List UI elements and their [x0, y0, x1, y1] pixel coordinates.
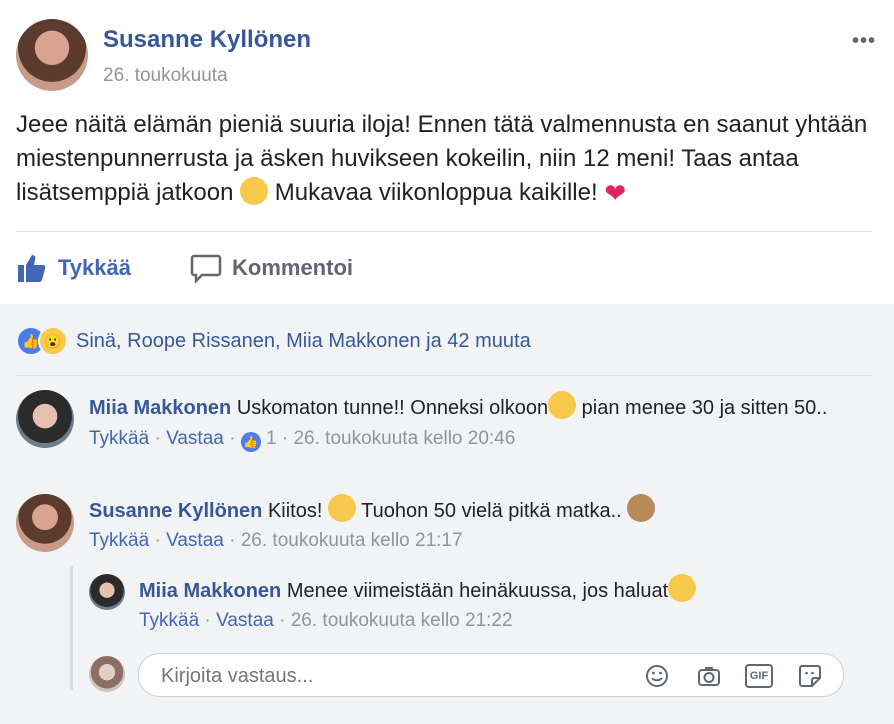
reply-box[interactable]: GIF	[138, 653, 844, 697]
post-text-part2: Mukavaa viikonloppua kaikille!	[268, 179, 605, 206]
reply-input[interactable]	[159, 662, 623, 690]
like-button[interactable]: Tykkää	[16, 252, 131, 284]
comment-timestamp[interactable]: 26. toukokuuta kello 20:46	[293, 428, 515, 449]
author-avatar[interactable]	[16, 19, 88, 91]
post-card: Susanne Kyllönen 26. toukokuuta ••• Jeee…	[0, 0, 894, 724]
comment-meta: Tykkää · Vastaa · 👍 1 · 26. toukokuuta k…	[89, 428, 849, 452]
reply-comment: Miia Makkonen Menee viimeistään heinäkuu…	[139, 574, 859, 632]
comment-reply-link[interactable]: Vastaa	[166, 428, 224, 449]
like-count[interactable]: 1	[266, 428, 277, 449]
comment: Miia Makkonen Uskomaton tunne!! Onneksi …	[89, 391, 849, 452]
comment-body: Miia Makkonen Menee viimeistään heinäkuu…	[139, 574, 859, 606]
wow-reaction-icon: 😮	[38, 326, 68, 356]
post-date[interactable]: 26. toukokuuta	[103, 65, 228, 87]
comment-text-cont: pian menee 30 ja sitten 50..	[576, 397, 828, 419]
divider	[16, 375, 872, 376]
comment-meta: Tykkää · Vastaa · 26. toukokuuta kello 2…	[139, 610, 513, 631]
post-author-name[interactable]: Susanne Kyllönen	[103, 26, 311, 54]
post-text: Jeee näitä elämän pieniä suuria iloja! E…	[16, 108, 876, 210]
thread-line	[70, 566, 73, 690]
monkey-emoji-icon	[627, 494, 656, 522]
comment-timestamp[interactable]: 26. toukokuuta kello 21:22	[291, 610, 513, 631]
comment-meta: Tykkää · Vastaa · 26. toukokuuta kello 2…	[89, 530, 463, 551]
comment-like-link[interactable]: Tykkää	[139, 610, 199, 631]
smiling-emoji-icon	[548, 391, 577, 419]
commenter-avatar[interactable]	[16, 494, 74, 552]
comment: Susanne Kyllönen Kiitos! Tuohon 50 vielä…	[89, 494, 849, 552]
comment-author[interactable]: Miia Makkonen	[139, 580, 281, 602]
reactions-summary[interactable]: 👍 😮 Sinä, Roope Rissanen, Miia Makkonen …	[16, 326, 531, 356]
gif-icon[interactable]: GIF	[745, 664, 773, 688]
comment-timestamp[interactable]: 26. toukokuuta kello 21:17	[241, 530, 463, 551]
thumbs-up-icon	[18, 255, 46, 282]
like-count-icon: 👍	[240, 432, 261, 452]
comment-author[interactable]: Miia Makkonen	[89, 397, 231, 419]
more-options-icon[interactable]: •••	[852, 30, 876, 53]
camera-icon[interactable]	[696, 663, 722, 689]
commenter-avatar[interactable]	[16, 390, 74, 448]
smiling-emoji-icon	[327, 494, 356, 522]
comment-like-link[interactable]: Tykkää	[89, 428, 149, 449]
comment-text: Menee viimeistään heinäkuussa, jos halua…	[286, 580, 669, 602]
comment-text: Uskomaton tunne!! Onneksi olkoon	[236, 397, 549, 419]
divider	[16, 231, 872, 232]
comment-like-link[interactable]: Tykkää	[89, 530, 149, 551]
reply-avatar[interactable]	[89, 574, 125, 610]
comment-author[interactable]: Susanne Kyllönen	[89, 500, 262, 522]
comment-label: Kommentoi	[232, 255, 353, 280]
comment-body: Miia Makkonen Uskomaton tunne!! Onneksi …	[89, 391, 849, 423]
post-body: Susanne Kyllönen 26. toukokuuta ••• Jeee…	[0, 0, 894, 304]
sticker-icon[interactable]	[797, 663, 823, 689]
reactions-text[interactable]: Sinä, Roope Rissanen, Miia Makkonen ja 4…	[76, 330, 531, 353]
comment-text-cont: Tuohon 50 vielä pitkä matka..	[355, 500, 628, 522]
comment-text: Kiitos!	[267, 500, 328, 522]
winking-emoji-icon	[668, 574, 697, 602]
emoji-picker-icon[interactable]	[644, 663, 670, 689]
comment-reply-link[interactable]: Vastaa	[216, 610, 274, 631]
comment-reply-link[interactable]: Vastaa	[166, 530, 224, 551]
comment-body: Susanne Kyllönen Kiitos! Tuohon 50 vielä…	[89, 494, 849, 526]
heart-emoji-icon: ❤	[604, 178, 627, 208]
comment-icon	[190, 254, 222, 283]
current-user-avatar	[89, 656, 125, 692]
comment-button[interactable]: Kommentoi	[190, 252, 353, 284]
like-label: Tykkää	[58, 255, 131, 280]
smiling-emoji-icon	[240, 177, 269, 205]
